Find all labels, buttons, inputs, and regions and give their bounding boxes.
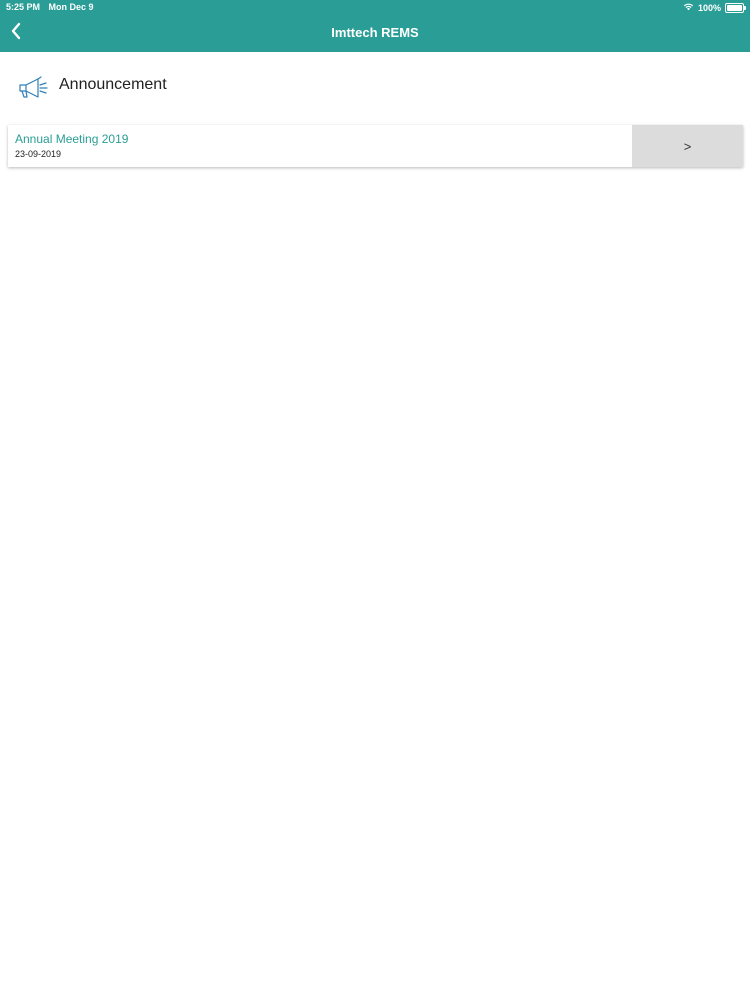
announcement-card[interactable]: Annual Meeting 2019 23-09-2019 > — [8, 125, 743, 167]
status-bar-left: 5:25 PM Mon Dec 9 — [6, 2, 100, 12]
wifi-icon — [683, 2, 694, 13]
page-title: Imttech REMS — [331, 25, 419, 40]
announcement-date: 23-09-2019 — [15, 149, 62, 159]
section-header: Announcement — [16, 70, 167, 100]
battery-icon — [725, 2, 746, 13]
status-time: 5:25 PM — [6, 2, 41, 12]
battery-percent: 100% — [697, 2, 721, 13]
status-bar-right: 100% — [683, 2, 746, 13]
section-title: Announcement — [59, 76, 167, 93]
status-date: Mon Dec 9 — [48, 2, 94, 12]
megaphone-icon — [16, 70, 50, 100]
open-announcement-button[interactable]: > — [632, 125, 743, 167]
navigation-bar: 5:25 PM Mon Dec 9 100% Imttech REMS — [0, 0, 750, 52]
announcement-content[interactable]: Annual Meeting 2019 23-09-2019 — [8, 125, 632, 167]
announcement-title: Annual Meeting 2019 — [15, 132, 129, 146]
